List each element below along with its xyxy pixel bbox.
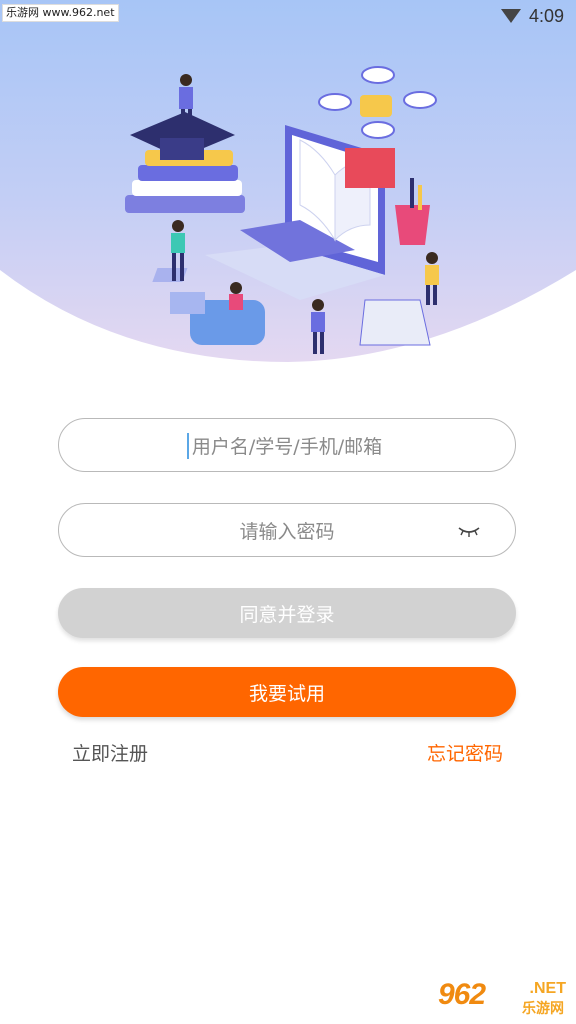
watermark-logo: 962 .NET 乐游网 (438, 978, 568, 1018)
register-link[interactable]: 立即注册 (72, 739, 148, 766)
eye-closed-icon[interactable] (457, 522, 481, 540)
agree-login-button[interactable]: 同意并登录 (58, 588, 516, 638)
calculator (359, 299, 431, 346)
education-illustration (0, 0, 576, 362)
username-input[interactable]: 用户名/学号/手机/邮箱 (58, 418, 516, 472)
trial-button[interactable]: 我要试用 (58, 667, 516, 717)
text-cursor (187, 433, 189, 459)
forgot-password-link[interactable]: 忘记密码 (427, 739, 503, 766)
username-placeholder: 用户名/学号/手机/邮箱 (191, 435, 383, 458)
password-placeholder: 请输入密码 (239, 520, 335, 543)
password-input[interactable]: 请输入密码 (58, 503, 516, 557)
status-time: 4:09 (528, 5, 564, 26)
person-sitting (229, 282, 243, 310)
site-watermark: 乐游网 www.962.net (2, 4, 119, 22)
watermark-cn: 乐游网 (522, 1001, 564, 1017)
watermark-net: .NET (529, 980, 566, 997)
wifi-icon (500, 9, 521, 23)
red-book (345, 148, 395, 188)
status-bar: 4:09 (500, 4, 564, 28)
watermark-number: 962 (438, 978, 486, 1011)
hero-banner (0, 0, 576, 365)
